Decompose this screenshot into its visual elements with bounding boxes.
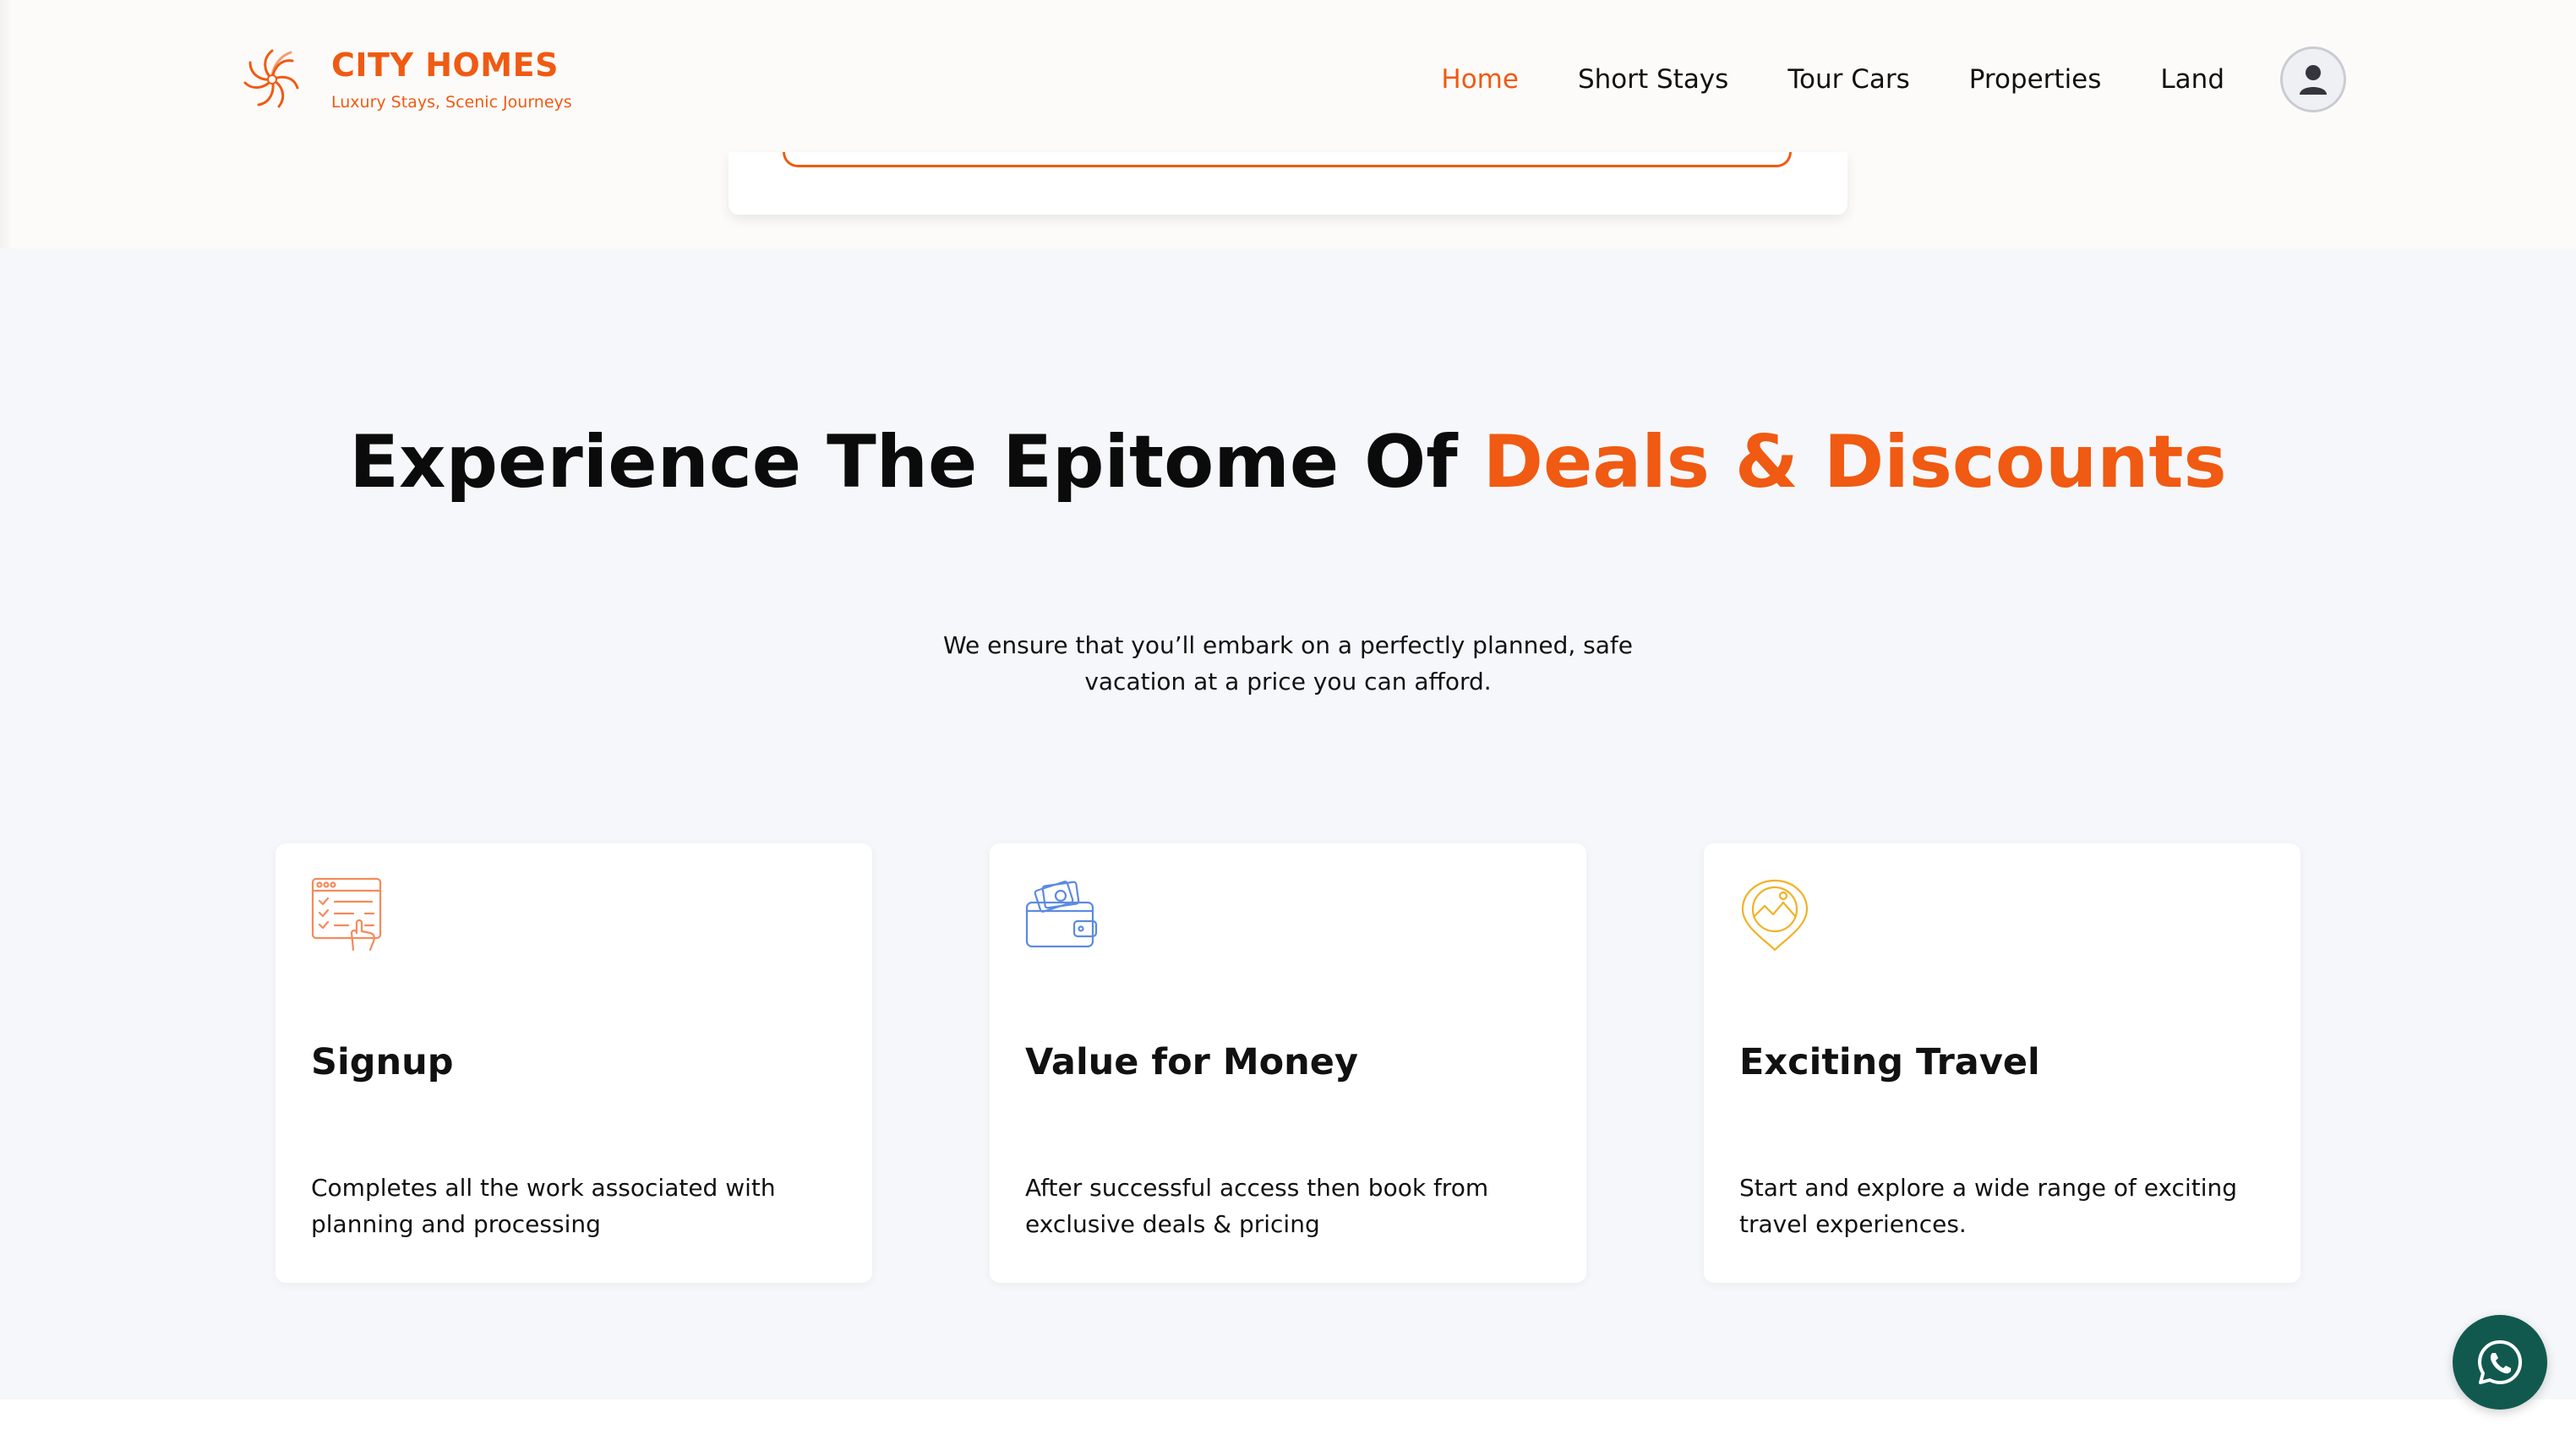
- section-subtext: We ensure that you’ll embark on a perfec…: [942, 631, 1634, 695]
- header: CITY HOMES Luxury Stays, Scenic Journeys…: [0, 0, 2576, 248]
- sun-logo-icon: [243, 49, 299, 108]
- deals-section: Experience The Epitome Of Deals & Discou…: [0, 248, 2576, 1399]
- feature-title: Value for Money: [1025, 1041, 1358, 1083]
- feature-title: Exciting Travel: [1739, 1041, 2040, 1083]
- wallet-icon: [1025, 881, 1098, 948]
- nav-land[interactable]: Land: [2160, 54, 2224, 105]
- whatsapp-icon: [2478, 1340, 2522, 1384]
- feature-card-value: Value for Money After successful access …: [990, 843, 1586, 1283]
- feature-title: Signup: [311, 1041, 454, 1083]
- section-heading: Experience The Epitome Of Deals & Discou…: [0, 426, 2576, 499]
- brand-logo[interactable]: CITY HOMES Luxury Stays, Scenic Journeys: [230, 35, 585, 123]
- brand-name: CITY HOMES: [331, 46, 559, 84]
- search-panel: [729, 152, 1847, 215]
- brand-text: CITY HOMES Luxury Stays, Scenic Journeys: [331, 47, 572, 112]
- nav-home[interactable]: Home: [1441, 54, 1519, 105]
- user-icon: [2300, 65, 2327, 95]
- whatsapp-button[interactable]: [2453, 1315, 2547, 1410]
- edge-shade: [0, 0, 12, 248]
- signup-form-icon: [311, 877, 382, 952]
- feature-description: After successful access then book from e…: [1025, 1174, 1489, 1238]
- next-section-edge: [0, 1399, 2576, 1440]
- main-nav: Home Short Stays Tour Cars Properties La…: [1382, 46, 2346, 112]
- feature-description: Completes all the work associated with p…: [311, 1174, 776, 1238]
- profile-button[interactable]: [2280, 46, 2346, 112]
- location-pin-icon: [1741, 879, 1809, 952]
- heading-accent: Deals & Discounts: [1482, 420, 2227, 505]
- brand-tagline: Luxury Stays, Scenic Journeys: [331, 93, 572, 112]
- heading-plain: Experience The Epitome Of: [349, 420, 1483, 505]
- nav-short-stays[interactable]: Short Stays: [1578, 54, 1728, 105]
- feature-card-travel: Exciting Travel Start and explore a wide…: [1704, 843, 2300, 1283]
- nav-tour-cars[interactable]: Tour Cars: [1787, 54, 1909, 105]
- feature-card-signup: Signup Completes all the work associated…: [276, 843, 872, 1283]
- search-button[interactable]: [783, 152, 1792, 167]
- nav-properties[interactable]: Properties: [1969, 54, 2102, 105]
- feature-description: Start and explore a wide range of exciti…: [1739, 1174, 2237, 1238]
